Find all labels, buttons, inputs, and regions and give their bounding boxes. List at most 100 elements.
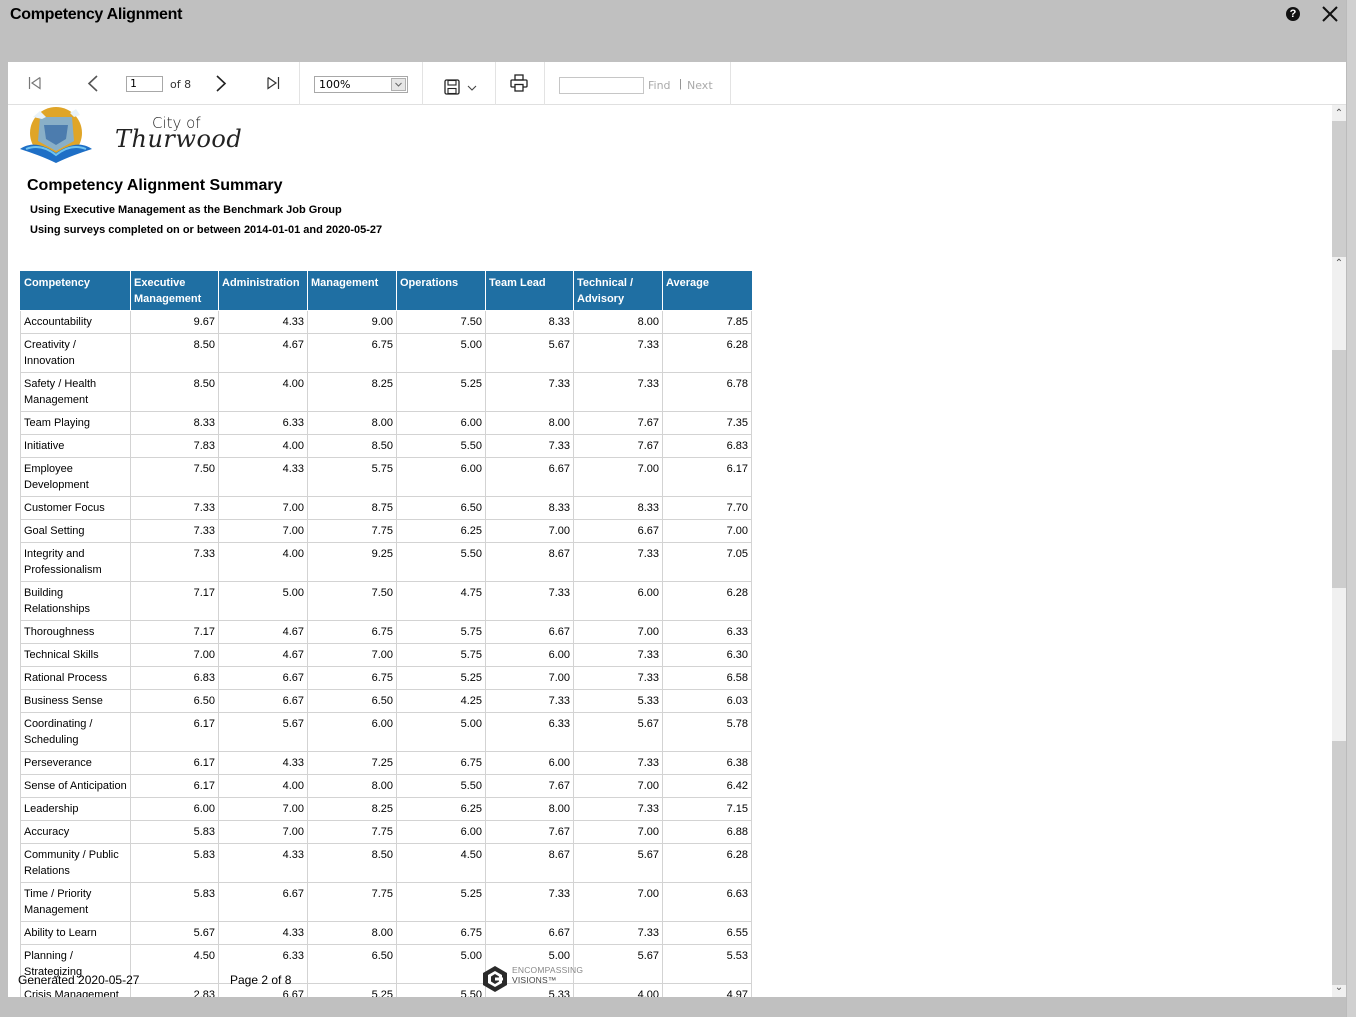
score-cell: 7.15 — [662, 797, 752, 821]
score-cell: 7.00 — [307, 643, 397, 667]
report-viewer: 1 of 8 100% Find | Next City of Thurwood… — [8, 62, 1346, 997]
zoom-select[interactable]: 100% — [314, 76, 408, 93]
table-row: Leadership 6.00 7.00 8.25 6.25 8.00 7.33 7.15 — [20, 797, 752, 821]
page-number-input[interactable]: 1 — [126, 76, 163, 92]
table-row: Rational Process 6.83 6.67 6.75 5.25 7.00 7.33… — [20, 666, 752, 690]
score-cell: 8.33 — [485, 496, 574, 520]
table-row: Accountability 9.67 4.33 9.00 7.50 8.33 8.00 7.… — [20, 310, 752, 334]
score-cell: 4.50 — [396, 843, 486, 883]
score-cell: 4.33 — [218, 751, 308, 775]
score-cell: 4.00 — [218, 774, 308, 798]
score-cell: 5.00 — [396, 333, 486, 373]
competency-name-cell: Safety / Health Management — [20, 372, 131, 412]
save-icon[interactable] — [444, 79, 460, 95]
score-cell: 6.63 — [662, 882, 752, 922]
score-cell: 5.00 — [396, 944, 486, 984]
find-input[interactable] — [559, 77, 644, 94]
scroll-thumb[interactable] — [1332, 350, 1346, 588]
competency-name-cell: Coordinating / Scheduling — [20, 712, 131, 752]
column-header: Competency — [20, 271, 131, 311]
competency-name-cell: Business Sense — [20, 689, 131, 713]
print-icon[interactable] — [510, 74, 528, 92]
table-row: Creativity / Innovation 8.50 4.67 6.75 5.00 5… — [20, 333, 752, 373]
score-cell: 8.00 — [307, 411, 397, 435]
score-cell: 6.50 — [307, 944, 397, 984]
score-cell: 5.53 — [662, 944, 752, 984]
score-cell: 7.33 — [573, 643, 663, 667]
score-cell: 5.78 — [662, 712, 752, 752]
score-cell: 7.33 — [573, 333, 663, 373]
score-cell: 4.67 — [218, 333, 308, 373]
competency-name-cell: Creativity / Innovation — [20, 333, 131, 373]
toolbar-separator — [730, 62, 731, 105]
score-cell: 7.00 — [485, 666, 574, 690]
score-cell: 7.75 — [307, 519, 397, 543]
score-cell: 5.83 — [130, 882, 219, 922]
score-cell: 7.67 — [573, 411, 663, 435]
score-cell: 8.25 — [307, 372, 397, 412]
score-cell: 6.00 — [396, 457, 486, 497]
score-cell: 7.00 — [218, 797, 308, 821]
column-header: Management — [307, 271, 397, 311]
score-cell: 5.25 — [396, 882, 486, 922]
score-cell: 6.25 — [396, 519, 486, 543]
city-logo: City of Thurwood — [18, 105, 242, 167]
table-row: Sense of Anticipation 6.17 4.00 8.00 5.50 7.6… — [20, 774, 752, 798]
competency-name-cell: Integrity and Professionalism — [20, 542, 131, 582]
scroll-up-icon[interactable]: ⌃ — [1332, 107, 1346, 121]
scroll-thumb[interactable] — [1332, 121, 1346, 261]
find-next-link[interactable]: Next — [687, 79, 713, 92]
score-cell: 6.50 — [396, 496, 486, 520]
score-cell: 5.33 — [573, 689, 663, 713]
score-cell: 5.50 — [396, 434, 486, 458]
scroll-thumb[interactable] — [1332, 741, 1346, 985]
score-cell: 6.88 — [662, 820, 752, 844]
footer-page-number: Page 2 of 8 — [230, 973, 292, 987]
score-cell: 7.33 — [573, 797, 663, 821]
find-separator: | — [679, 78, 682, 90]
previous-page-icon[interactable] — [87, 75, 99, 92]
score-cell: 4.97 — [662, 983, 752, 997]
column-header: Executive Management — [130, 271, 219, 311]
scroll-down-icon[interactable]: ⌄ — [1332, 981, 1346, 995]
score-cell: 6.55 — [662, 921, 752, 945]
score-cell: 6.83 — [130, 666, 219, 690]
vendor-logo: ENCOMPASSING VISIONS™ — [482, 963, 592, 993]
close-icon[interactable] — [1320, 4, 1340, 24]
chevron-down-icon[interactable] — [467, 84, 477, 92]
score-cell: 9.25 — [307, 542, 397, 582]
score-cell: 7.00 — [573, 457, 663, 497]
score-cell: 6.75 — [396, 751, 486, 775]
scroll-up-icon[interactable]: ⌃ — [1332, 257, 1346, 271]
competency-name-cell: Rational Process — [20, 666, 131, 690]
competency-name-cell: Ability to Learn — [20, 921, 131, 945]
competency-name-cell: Accuracy — [20, 820, 131, 844]
score-cell: 4.33 — [218, 921, 308, 945]
first-page-icon[interactable] — [28, 76, 42, 90]
score-cell: 8.00 — [485, 797, 574, 821]
help-circle-icon[interactable]: ? — [1286, 7, 1300, 21]
city-emblem-icon — [20, 107, 92, 163]
competency-name-cell: Community / Public Relations — [20, 843, 131, 883]
score-cell: 6.25 — [396, 797, 486, 821]
score-cell: 7.75 — [307, 820, 397, 844]
next-page-icon[interactable] — [215, 75, 227, 92]
score-cell: 7.17 — [130, 620, 219, 644]
find-link[interactable]: Find — [648, 79, 671, 92]
score-cell: 7.35 — [662, 411, 752, 435]
score-cell: 6.75 — [396, 921, 486, 945]
score-cell: 6.33 — [218, 411, 308, 435]
score-cell: 7.00 — [662, 519, 752, 543]
toolbar-separator — [544, 62, 545, 105]
score-cell: 4.00 — [218, 372, 308, 412]
score-cell: 4.75 — [396, 581, 486, 621]
chevron-down-icon[interactable] — [391, 78, 406, 91]
zoom-value: 100% — [319, 78, 351, 91]
column-header: Technical / Advisory — [573, 271, 663, 311]
score-cell: 6.50 — [307, 689, 397, 713]
column-header: Average — [662, 271, 752, 311]
score-cell: 7.67 — [485, 774, 574, 798]
score-cell: 8.50 — [130, 372, 219, 412]
last-page-icon[interactable] — [266, 76, 280, 90]
vertical-scrollbar[interactable]: ⌃ ⌃ ⌄ — [1332, 105, 1346, 997]
